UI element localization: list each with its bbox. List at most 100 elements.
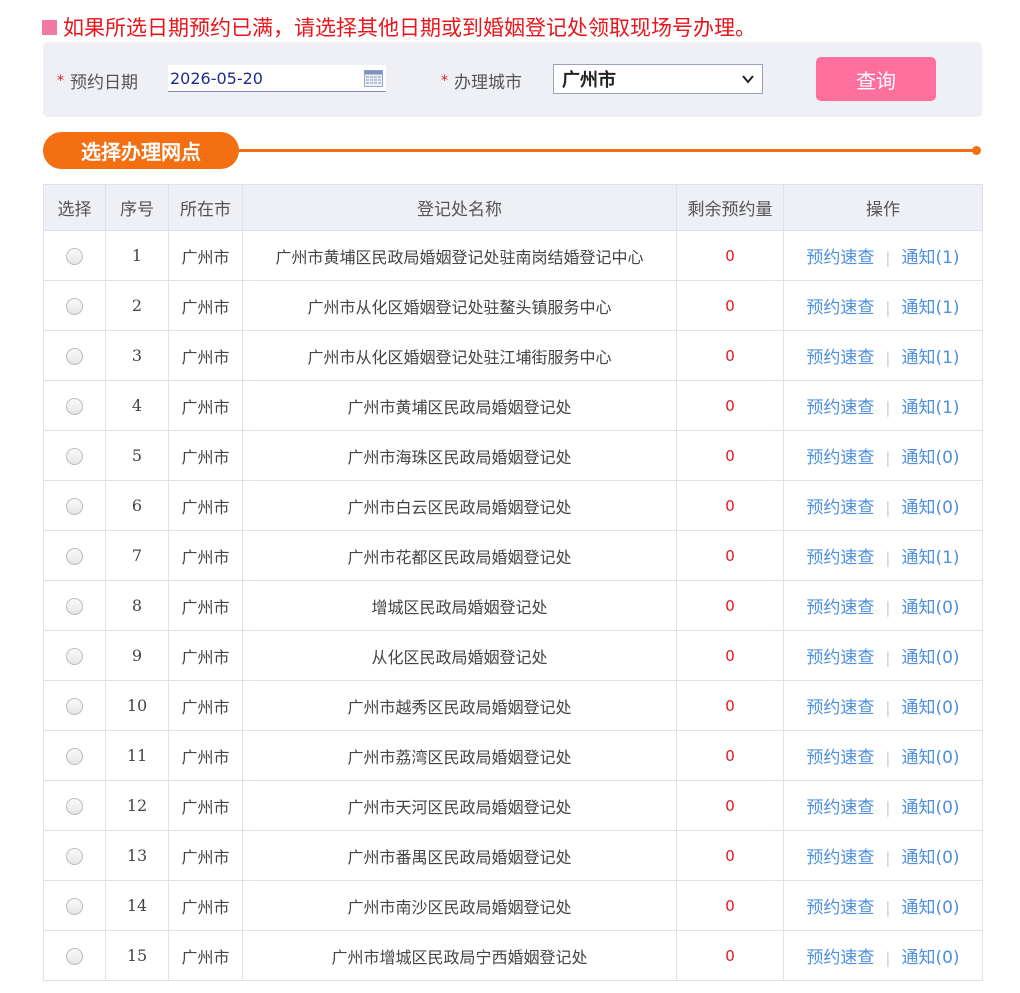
office-name-cell: 增城区民政局婚姻登记处 <box>242 580 677 631</box>
row-radio[interactable] <box>66 648 83 665</box>
city-cell: 广州市 <box>168 930 243 981</box>
date-label: * 预约日期 <box>57 68 138 94</box>
row-radio[interactable] <box>66 348 83 365</box>
notice-link[interactable]: 通知(1) <box>901 398 959 418</box>
quick-check-link[interactable]: 预约速查 <box>806 298 874 318</box>
city-cell: 广州市 <box>168 780 243 831</box>
select-cell <box>43 280 106 331</box>
date-input[interactable]: 2026-05-20 <box>168 65 386 92</box>
notice-link[interactable]: 通知(0) <box>901 648 959 668</box>
action-cell: 预约速查 | 通知(0) <box>783 880 983 931</box>
action-cell: 预约速查 | 通知(1) <box>783 330 983 381</box>
table-row: 4 广州市 广州市黄埔区民政局婚姻登记处 0 预约速查 | 通知(1) <box>43 380 983 431</box>
row-radio[interactable] <box>66 698 83 715</box>
row-radio[interactable] <box>66 898 83 915</box>
quick-check-link[interactable]: 预约速查 <box>806 248 874 268</box>
notice-link[interactable]: 通知(0) <box>901 698 959 718</box>
city-cell: 广州市 <box>168 680 243 731</box>
notice-link[interactable]: 通知(0) <box>901 948 959 968</box>
row-radio[interactable] <box>66 248 83 265</box>
date-label-text: 预约日期 <box>70 73 138 93</box>
office-table: 选择 序号 所在市 登记处名称 剩余预约量 操作 1 广州市 广州市黄埔区民政局婚姻… <box>43 184 983 981</box>
action-cell: 预约速查 | 通知(1) <box>783 380 983 431</box>
remaining-cell: 0 <box>676 680 784 731</box>
city-value: 广州市 <box>562 70 616 91</box>
index-cell: 4 <box>105 380 169 431</box>
quick-check-link[interactable]: 预约速查 <box>806 698 874 718</box>
select-cell <box>43 530 106 581</box>
notice-link[interactable]: 通知(1) <box>901 548 959 568</box>
office-name-cell: 广州市越秀区民政局婚姻登记处 <box>242 680 677 731</box>
select-cell <box>43 430 106 481</box>
table-row: 6 广州市 广州市白云区民政局婚姻登记处 0 预约速查 | 通知(0) <box>43 480 983 531</box>
quick-check-link[interactable]: 预约速查 <box>806 348 874 368</box>
action-cell: 预约速查 | 通知(0) <box>783 780 983 831</box>
table-row: 8 广州市 增城区民政局婚姻登记处 0 预约速查 | 通知(0) <box>43 580 983 631</box>
action-separator: | <box>885 399 891 417</box>
col-header-city: 所在市 <box>168 184 243 231</box>
row-radio[interactable] <box>66 398 83 415</box>
notice-link[interactable]: 通知(0) <box>901 848 959 868</box>
action-separator: | <box>885 599 891 617</box>
row-radio[interactable] <box>66 298 83 315</box>
office-name-cell: 广州市天河区民政局婚姻登记处 <box>242 780 677 831</box>
select-cell <box>43 630 106 681</box>
notice-link[interactable]: 通知(1) <box>901 248 959 268</box>
col-header-index: 序号 <box>105 184 169 231</box>
row-radio[interactable] <box>66 448 83 465</box>
remaining-cell: 0 <box>676 630 784 681</box>
quick-check-link[interactable]: 预约速查 <box>806 498 874 518</box>
select-cell <box>43 680 106 731</box>
quick-check-link[interactable]: 预约速查 <box>806 548 874 568</box>
quick-check-link[interactable]: 预约速查 <box>806 898 874 918</box>
notice-link[interactable]: 通知(0) <box>901 898 959 918</box>
row-radio[interactable] <box>66 498 83 515</box>
quick-check-link[interactable]: 预约速查 <box>806 648 874 668</box>
select-cell <box>43 580 106 631</box>
office-name-cell: 广州市番禺区民政局婚姻登记处 <box>242 830 677 881</box>
index-cell: 5 <box>105 430 169 481</box>
notice-link[interactable]: 通知(0) <box>901 748 959 768</box>
notice-link[interactable]: 通知(1) <box>901 298 959 318</box>
index-cell: 1 <box>105 230 169 281</box>
table-header-row: 选择 序号 所在市 登记处名称 剩余预约量 操作 <box>43 184 983 231</box>
notice-link[interactable]: 通知(0) <box>901 798 959 818</box>
action-cell: 预约速查 | 通知(0) <box>783 630 983 681</box>
row-radio[interactable] <box>66 798 83 815</box>
query-button[interactable]: 查询 <box>816 57 936 101</box>
row-radio[interactable] <box>66 598 83 615</box>
quick-check-link[interactable]: 预约速查 <box>806 598 874 618</box>
quick-check-link[interactable]: 预约速查 <box>806 398 874 418</box>
select-cell <box>43 880 106 931</box>
office-name-cell: 广州市荔湾区民政局婚姻登记处 <box>242 730 677 781</box>
remaining-cell: 0 <box>676 480 784 531</box>
section-divider-dot <box>972 146 981 155</box>
row-radio[interactable] <box>66 948 83 965</box>
notice-banner: 如果所选日期预约已满，请选择其他日期或到婚姻登记处领取现场号办理。 <box>42 12 756 42</box>
quick-check-link[interactable]: 预约速查 <box>806 848 874 868</box>
select-cell <box>43 480 106 531</box>
row-radio[interactable] <box>66 848 83 865</box>
action-separator: | <box>885 449 891 467</box>
notice-link[interactable]: 通知(0) <box>901 448 959 468</box>
calendar-icon[interactable] <box>364 69 383 87</box>
quick-check-link[interactable]: 预约速查 <box>806 948 874 968</box>
row-radio[interactable] <box>66 748 83 765</box>
notice-link[interactable]: 通知(1) <box>901 348 959 368</box>
action-cell: 预约速查 | 通知(0) <box>783 430 983 481</box>
row-radio[interactable] <box>66 548 83 565</box>
quick-check-link[interactable]: 预约速查 <box>806 448 874 468</box>
index-cell: 13 <box>105 830 169 881</box>
remaining-cell: 0 <box>676 730 784 781</box>
city-cell: 广州市 <box>168 830 243 881</box>
index-cell: 2 <box>105 280 169 331</box>
city-cell: 广州市 <box>168 630 243 681</box>
city-select[interactable]: 广州市 <box>553 64 763 94</box>
remaining-cell: 0 <box>676 380 784 431</box>
office-name-cell: 广州市花都区民政局婚姻登记处 <box>242 530 677 581</box>
notice-link[interactable]: 通知(0) <box>901 498 959 518</box>
notice-link[interactable]: 通知(0) <box>901 598 959 618</box>
select-cell <box>43 380 106 431</box>
quick-check-link[interactable]: 预约速查 <box>806 748 874 768</box>
quick-check-link[interactable]: 预约速查 <box>806 798 874 818</box>
